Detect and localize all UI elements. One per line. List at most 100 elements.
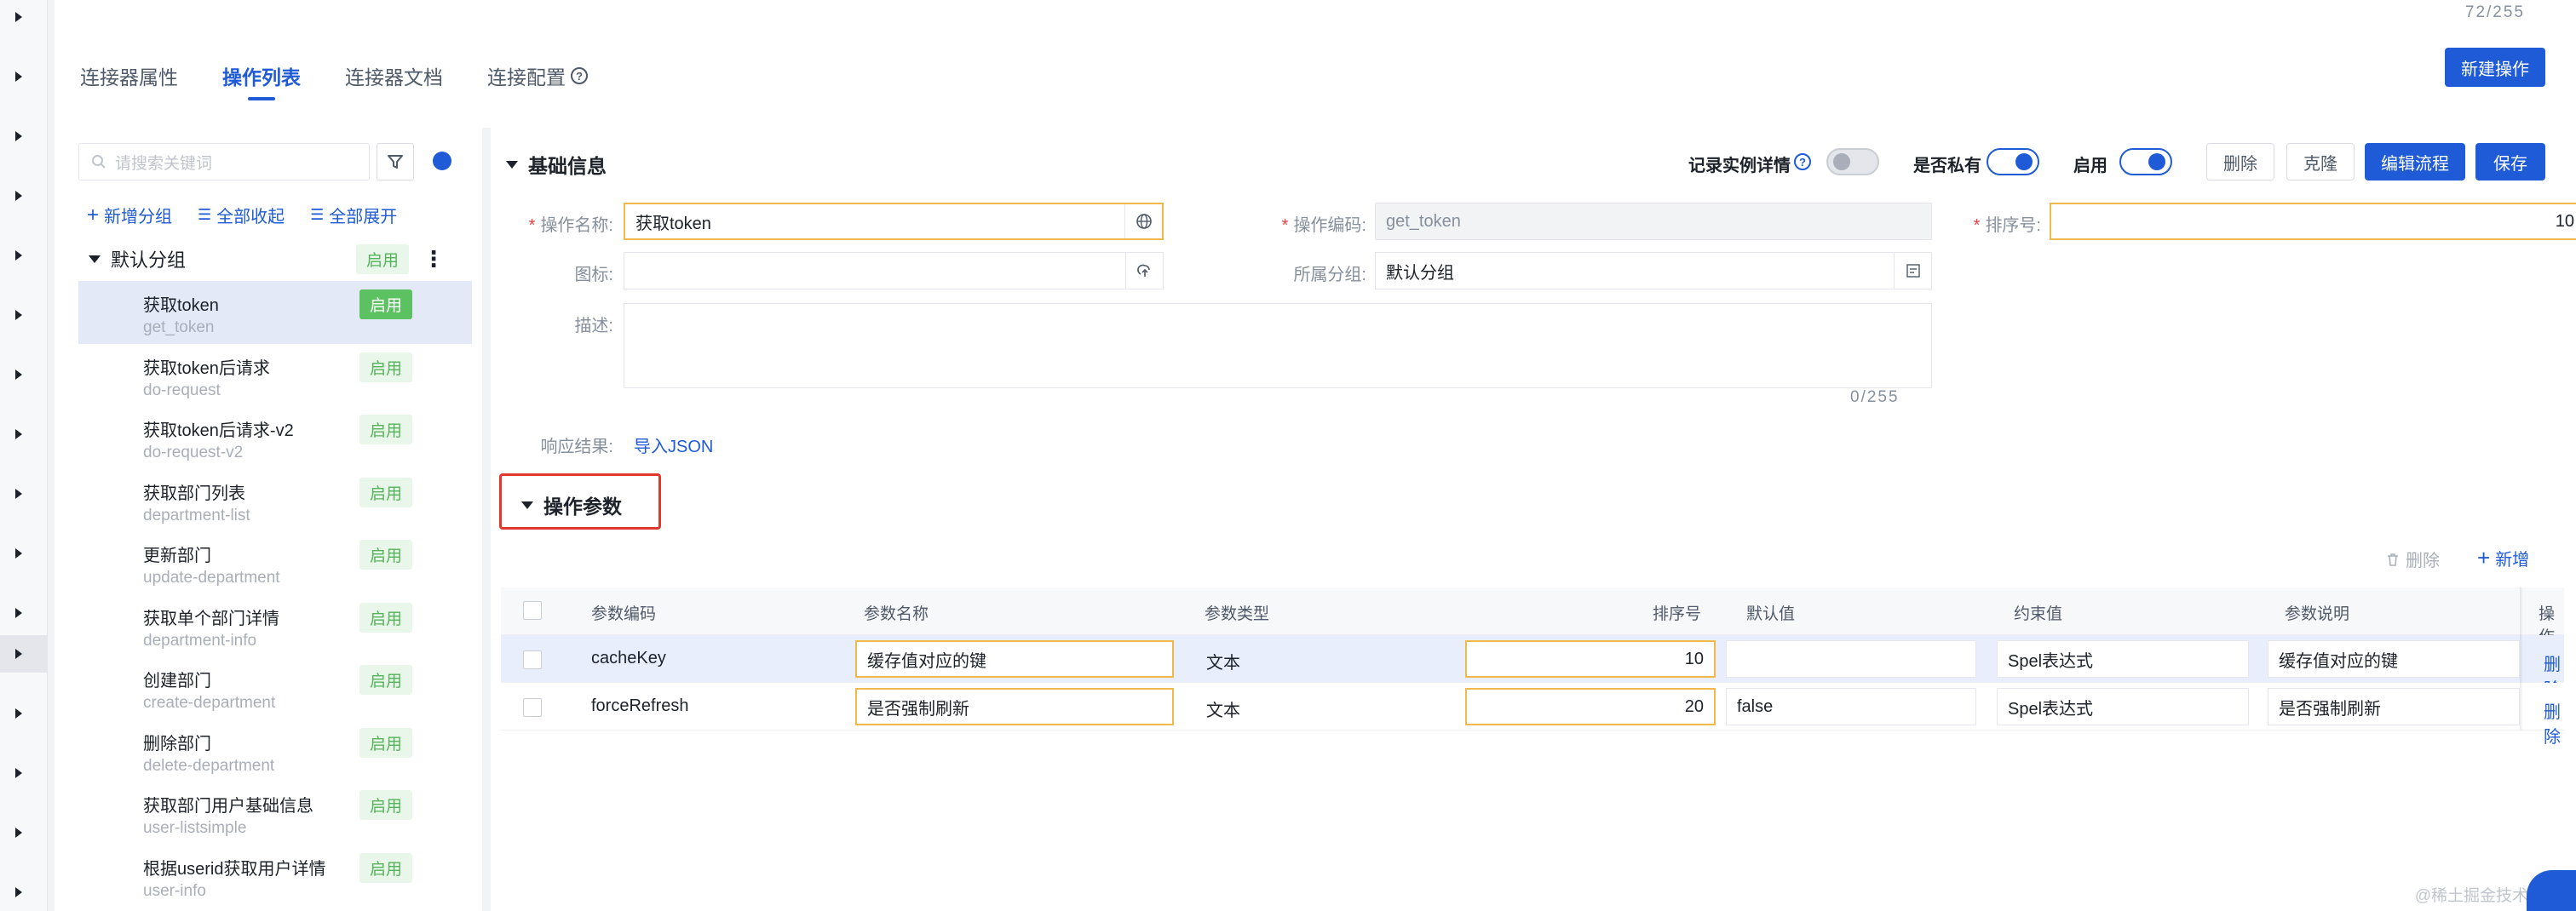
batch-delete-button[interactable]: 删除 (2385, 547, 2440, 571)
expand-arrow-icon[interactable] (15, 768, 22, 778)
status-badge: 启用 (359, 852, 413, 883)
search-icon (92, 155, 106, 169)
clone-button[interactable]: 克隆 (2286, 143, 2355, 180)
edit-flow-button[interactable]: 编辑流程 (2365, 143, 2465, 180)
enable-toggle[interactable] (2119, 148, 2172, 175)
private-toggle[interactable] (1987, 148, 2039, 175)
expand-arrow-icon[interactable] (15, 887, 22, 897)
expand-arrow-icon[interactable] (15, 548, 22, 559)
param-constraint-input[interactable]: Spel表达式 (1997, 640, 2249, 678)
row-checkbox[interactable] (523, 698, 542, 717)
expand-arrow-icon[interactable] (15, 429, 22, 439)
status-badge: 启用 (359, 289, 413, 319)
expand-arrow-icon[interactable] (15, 250, 22, 261)
delete-button[interactable]: 删除 (2206, 143, 2274, 180)
item-name: 获取部门用户基础信息 (143, 797, 313, 816)
param-order-input[interactable]: 20 (1465, 688, 1716, 725)
list-item[interactable]: 获取部门用户基础信息 user-listsimple 启用 (78, 782, 472, 845)
list-item[interactable]: 创建部门 create-department 启用 (78, 656, 472, 719)
select-tree-icon[interactable] (1894, 253, 1931, 289)
param-desc-input[interactable]: 是否强制刷新 (2268, 688, 2520, 725)
tab-connector-docs[interactable]: 连接器文档 (345, 56, 443, 95)
list-item[interactable]: 获取token后请求-v2 do-request-v2 启用 (78, 406, 472, 469)
expand-arrow-icon[interactable] (15, 489, 22, 499)
section-params[interactable]: 操作参数 (521, 490, 622, 519)
collapse-sidebar-icon[interactable] (433, 152, 451, 170)
expand-arrow-icon[interactable] (15, 608, 22, 618)
table-row[interactable]: cacheKey 缓存值对应的键 文本 10 Spel表达式 缓存值对应的键 删… (501, 635, 2564, 699)
tab-connector-properties[interactable]: 连接器属性 (80, 56, 178, 95)
item-code: get_token (143, 318, 215, 336)
op-code-field[interactable]: get_token (1375, 203, 1932, 240)
add-group-button[interactable]: + 新增分组 (87, 203, 172, 227)
desc-textarea[interactable] (624, 303, 1932, 388)
list-item[interactable]: 更新部门 update-department 启用 (78, 531, 472, 594)
status-badge: 启用 (359, 790, 413, 820)
globe-icon[interactable] (1124, 204, 1162, 238)
section-basic-info[interactable]: 基础信息 (506, 150, 607, 179)
help-icon[interactable]: ? (571, 67, 588, 84)
op-name-field[interactable]: 获取token (624, 203, 1164, 240)
list-item[interactable]: 获取部门列表 department-list 启用 (78, 469, 472, 532)
tab-operation-list[interactable]: 操作列表 (222, 56, 301, 95)
expand-arrow-icon[interactable] (15, 12, 22, 22)
more-icon[interactable]: ⋮ (423, 246, 445, 272)
param-default-input[interactable]: false (1726, 688, 1976, 725)
list-item[interactable]: 根据userid获取用户详情 user-info 启用 (78, 845, 472, 908)
label-text: 操作名称: (540, 216, 613, 235)
row-delete-link[interactable]: 删除 (2544, 698, 2564, 748)
input-value: Spel表达式 (2008, 651, 2094, 671)
param-constraint-input[interactable]: Spel表达式 (1997, 688, 2249, 725)
row-checkbox[interactable] (523, 650, 542, 669)
param-code: forceRefresh (591, 696, 689, 715)
expand-all-button[interactable]: ☰ 全部展开 (310, 203, 397, 227)
record-detail-toggle[interactable] (1826, 148, 1879, 175)
status-badge: 启用 (359, 540, 413, 570)
item-name: 创建部门 (143, 672, 211, 690)
list-item[interactable]: 删除部门 delete-department 启用 (78, 719, 472, 782)
group-default[interactable]: 默认分组 启用 ⋮ (78, 242, 451, 276)
sidebar-actions: + 新增分组 ☰ 全部收起 ☰ 全部展开 (87, 203, 397, 227)
expand-arrow-icon[interactable] (15, 649, 22, 659)
table-row[interactable]: forceRefresh 是否强制刷新 文本 20 false Spel表达式 … (501, 683, 2564, 747)
assistant-avatar[interactable] (2527, 870, 2576, 911)
upload-icon[interactable] (1125, 253, 1163, 289)
new-operation-button[interactable]: 新建操作 (2445, 48, 2545, 87)
section-title: 操作参数 (543, 496, 622, 518)
tab-connection-config[interactable]: 连接配置? (487, 56, 588, 95)
search-input[interactable]: 请搜索关键词 (78, 143, 370, 180)
expand-arrow-icon[interactable] (15, 72, 22, 82)
param-name-input[interactable]: 是否强制刷新 (855, 688, 1174, 725)
item-code: do-request (143, 381, 221, 399)
list-item[interactable]: 获取单个部门详情 department-info 启用 (78, 594, 472, 657)
param-order-input[interactable]: 10 (1465, 640, 1716, 678)
select-all-checkbox[interactable] (523, 601, 542, 620)
caret-down-icon[interactable] (89, 255, 101, 263)
expand-arrow-icon[interactable] (15, 191, 22, 201)
list-item[interactable]: 获取token后请求 do-request 启用 (78, 344, 472, 407)
help-icon[interactable]: ? (1794, 153, 1811, 170)
expand-arrow-icon[interactable] (15, 370, 22, 380)
param-name-input[interactable]: 缓存值对应的键 (855, 640, 1174, 678)
expand-arrow-icon[interactable] (15, 310, 22, 320)
import-json-link[interactable]: 导入JSON (634, 433, 713, 457)
order-field[interactable]: 10 (2050, 203, 2576, 240)
save-button[interactable]: 保存 (2475, 143, 2545, 180)
filter-button[interactable] (377, 143, 414, 180)
param-desc-input[interactable]: 缓存值对应的键 (2268, 640, 2520, 678)
item-code: delete-department (143, 756, 275, 775)
op-code-label: * 操作编码: (1247, 211, 1366, 236)
expand-arrow-icon[interactable] (15, 828, 22, 838)
collapse-all-button[interactable]: ☰ 全部收起 (198, 203, 285, 227)
add-param-button[interactable]: + 新增 (2477, 545, 2529, 571)
item-code: update-department (143, 569, 280, 587)
tab-label: 操作列表 (222, 66, 301, 89)
input-value: 获取token (635, 214, 711, 233)
group-select[interactable]: 默认分组 (1375, 252, 1932, 289)
list-item[interactable]: 获取token get_token 启用 (78, 281, 472, 344)
expand-arrow-icon[interactable] (15, 131, 22, 141)
param-default-input[interactable] (1726, 640, 1976, 678)
delete-label: 删除 (2406, 552, 2440, 570)
icon-field[interactable] (624, 252, 1164, 289)
expand-arrow-icon[interactable] (15, 708, 22, 719)
